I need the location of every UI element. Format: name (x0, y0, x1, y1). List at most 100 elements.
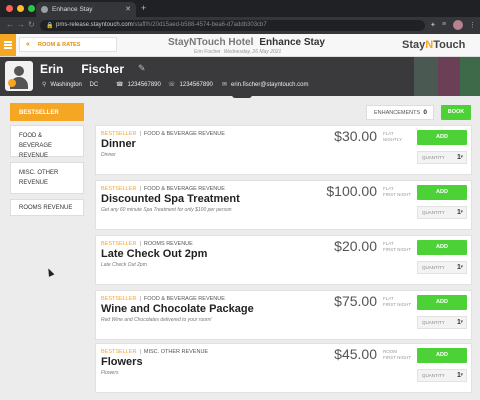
quantity-select[interactable]: QUANTITY 1 ▾ (417, 261, 467, 274)
window-controls (6, 5, 35, 12)
quantity-select[interactable]: QUANTITY 1 ▾ (417, 316, 467, 329)
close-tab-icon[interactable]: ✕ (125, 5, 131, 13)
item-price: $100.00 (326, 183, 377, 199)
item-title: Wine and Chocolate Package (101, 303, 254, 315)
quantity-select[interactable]: QUANTITY 1 ▾ (417, 151, 467, 164)
guest-last-name: Fischer (81, 62, 125, 76)
url-field[interactable]: 🔒 pms-release.stayntouch.com/staff/h/20d… (40, 20, 425, 31)
pin-icon[interactable]: ✎ (138, 63, 146, 74)
add-button[interactable]: ADD (417, 295, 467, 310)
reload-icon[interactable]: ↻ (28, 20, 35, 29)
close-window-button[interactable] (6, 5, 13, 12)
caret-down-icon: ▾ (460, 154, 463, 160)
item-price: $20.00 (334, 238, 377, 254)
page-title: Enhance Stay (259, 37, 325, 48)
item-title: Late Check Out 2pm (101, 248, 208, 260)
add-button[interactable]: ADD (417, 185, 467, 200)
guest-bar-pull-tab[interactable] (232, 94, 252, 98)
item-price-type: FLAT NIGHTLY (383, 131, 403, 142)
enhancement-card: BESTSELLER | FOOD & BEVERAGE REVENUE Dinne… (95, 125, 472, 175)
sidebar-item-bestseller[interactable]: BESTSELLER (10, 103, 84, 121)
sidebar-item-misc-other[interactable]: MISC. OTHER REVENUE (10, 162, 84, 194)
hotel-name: StayNTouch Hotel (168, 37, 254, 48)
address-bar-row: ← → ↻ 🔒 pms-release.stayntouch.com/staff… (0, 17, 480, 34)
tab-title: Enhance Stay (52, 6, 93, 13)
business-date: Wednesday, 26 May 2021 (223, 49, 282, 55)
guest-first-name: Erin (40, 62, 64, 76)
caret-down-icon: ▾ (460, 372, 463, 378)
location-pin-icon: ⚲ (42, 82, 47, 88)
minimize-window-button[interactable] (17, 5, 24, 12)
item-title: Dinner (101, 138, 136, 150)
forward-icon[interactable]: → (17, 20, 25, 29)
quantity-select[interactable]: QUANTITY 1 ▾ (417, 369, 467, 382)
enhancement-card: BESTSELLER | MISC. OTHER REVENUE Flowers F… (95, 343, 472, 393)
guest-location: ⚲ Washington DC (42, 82, 99, 88)
guest-bar: Erin Fischer ✎ ⚲ Washington DC ☎ 1234567890… (0, 57, 480, 96)
maximize-window-button[interactable] (28, 5, 35, 12)
header-subtitle: Erin Fischer Wednesday, 26 May 2021 (194, 49, 281, 55)
sidebar-item-rooms-revenue[interactable]: ROOMS REVENUE (10, 199, 84, 216)
hotel-title: StayNTouch Hotel Enhance Stay (168, 37, 325, 48)
guest-email: ✉ erin.fischer@stayntouch.com (222, 82, 309, 88)
item-price-type: ROOM FIRST NIGHT (383, 349, 412, 360)
lock-icon: 🔒 (46, 23, 54, 29)
extensions-icon[interactable]: ✦ (430, 21, 436, 29)
caret-down-icon: ▾ (460, 319, 463, 325)
add-button[interactable]: ADD (417, 348, 467, 363)
status-panel-1[interactable] (414, 57, 438, 96)
item-price-type: FLAT FIRST NIGHT (383, 186, 412, 197)
guest-avatar[interactable] (5, 61, 33, 91)
enhancements-counter[interactable]: ENHANCEMENTS 0 (366, 105, 434, 120)
add-button[interactable]: ADD (417, 240, 467, 255)
item-title: Discounted Spa Treatment (101, 193, 240, 205)
app-header: « ROOM & RATES StayNTouch Hotel Enhance S… (0, 34, 480, 57)
stayntouch-logo: StayNTouch (402, 39, 466, 51)
item-description: Red Wine and Chocolates delivered to you… (101, 317, 212, 323)
menu-icon[interactable]: ≡ (442, 21, 446, 28)
guest-phone-2: ☏ 1234567890 (168, 82, 213, 88)
status-panel-2[interactable] (438, 57, 460, 96)
item-description: Dinner (101, 152, 116, 158)
enhancement-card: BESTSELLER | ROOMS REVENUE Late Check Out … (95, 235, 472, 285)
guest-name: Erin Fischer (40, 62, 124, 76)
guest-phone-1: ☎ 1234567890 (116, 82, 161, 88)
browser-tabbar: Enhance Stay ✕ + (0, 0, 480, 17)
back-to-room-rates-button[interactable]: « ROOM & RATES (19, 37, 117, 52)
item-price: $75.00 (334, 293, 377, 309)
mouse-cursor-icon (45, 267, 55, 277)
vip-badge-icon (8, 79, 16, 87)
browser-tab[interactable]: Enhance Stay ✕ (36, 2, 136, 17)
url-path: /staff/h/20d15aed-b588-4574-bea6-d7addb3… (132, 22, 267, 28)
enhancement-card: BESTSELLER | FOOD & BEVERAGE REVENUE Wine … (95, 290, 472, 340)
favicon-icon (41, 6, 48, 13)
item-price: $30.00 (334, 128, 377, 144)
add-button[interactable]: ADD (417, 130, 467, 145)
caret-down-icon: ▾ (460, 209, 463, 215)
item-title: Flowers (101, 356, 143, 368)
phone-icon: ☎ (116, 82, 124, 88)
hamburger-menu-button[interactable] (0, 34, 16, 56)
caret-down-icon: ▾ (460, 264, 463, 270)
item-description: Flowers (101, 370, 119, 376)
breadcrumb-label: ROOM & RATES (38, 42, 81, 48)
double-chevron-left-icon: « (26, 41, 30, 48)
sidebar-item-food-beverage[interactable]: FOOD & BEVERAGE REVENUE (10, 125, 84, 159)
item-description: Get any 60 minute Spa Treatment for only… (101, 207, 232, 213)
quantity-select[interactable]: QUANTITY 1 ▾ (417, 206, 467, 219)
new-tab-icon[interactable]: + (141, 3, 146, 13)
profile-avatar-icon[interactable] (453, 20, 463, 30)
back-icon[interactable]: ← (6, 20, 14, 29)
item-price-type: FLAT FIRST NIGHT (383, 241, 412, 252)
url-host: pms-release.stayntouch.com (56, 22, 133, 28)
mobile-phone-icon: ☏ (168, 82, 176, 88)
item-price-type: FLAT FIRST NIGHT (383, 296, 412, 307)
item-price: $45.00 (334, 346, 377, 362)
enhancement-card: BESTSELLER | FOOD & BEVERAGE REVENUE Disco… (95, 180, 472, 230)
email-icon: ✉ (222, 82, 228, 88)
item-description: Late Check Out 2pm (101, 262, 147, 268)
book-button[interactable]: BOOK (441, 105, 471, 120)
status-panel-3[interactable] (460, 57, 480, 96)
more-icon[interactable]: ⋮ (469, 21, 476, 29)
guest-short-name: Erin Fischer (194, 49, 221, 55)
